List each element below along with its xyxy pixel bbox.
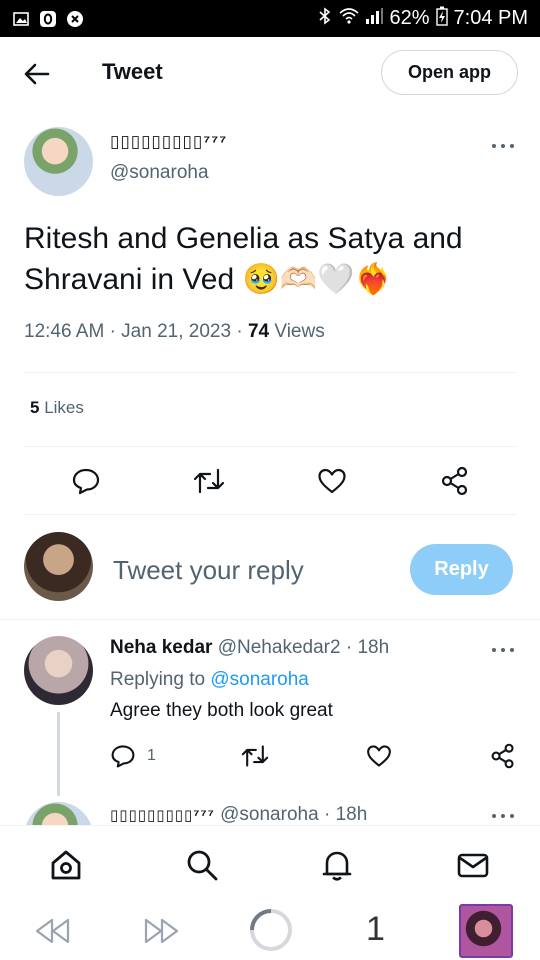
author-name[interactable]: ▯▯▯▯▯▯▯▯▯⁷⁷⁷ (110, 132, 227, 152)
next-reply-age: 18h (335, 804, 368, 825)
author-avatar[interactable] (24, 127, 93, 196)
reply-input[interactable] (113, 552, 393, 588)
reply-button[interactable]: Reply (410, 544, 513, 595)
reply-text: Agree they both look great (110, 700, 333, 721)
divider (24, 372, 517, 373)
reply-count: 1 (147, 747, 156, 764)
views-label: Views (274, 321, 325, 342)
back-arrow-icon[interactable] (22, 59, 52, 89)
views-count: 74 (247, 321, 270, 342)
loading-spinner-icon[interactable] (249, 908, 293, 952)
signal-icon (365, 7, 384, 31)
my-avatar (24, 532, 93, 601)
reply-author-avatar[interactable] (24, 636, 93, 705)
replying-to: Replying to @sonaroha (110, 669, 309, 691)
tweet-header: Tweet Open app (0, 37, 540, 111)
status-bar: 62% 7:04 PM (0, 0, 540, 37)
battery-icon (435, 6, 448, 32)
tweet-text: Ritesh and Genelia as Satya and Shravani… (24, 222, 463, 296)
clock: 7:04 PM (453, 7, 528, 29)
likes-stat[interactable]: 5 Likes (30, 398, 84, 418)
reply-author[interactable]: Neha kedar @Nehakedar2 · 18h (110, 637, 389, 659)
open-app-button[interactable]: Open app (381, 50, 518, 95)
divider (0, 619, 540, 620)
tab-count[interactable]: 1 (366, 910, 385, 949)
thread-line (57, 712, 60, 796)
author-handle[interactable]: @sonaroha (110, 162, 209, 184)
reply-share-icon[interactable] (490, 743, 516, 769)
shield-notification-icon (66, 10, 84, 28)
likes-label: Likes (44, 398, 84, 417)
bottom-nav (0, 825, 540, 902)
next-reply-author-name: ▯▯▯▯▯▯▯▯▯⁷⁷⁷ (110, 807, 215, 824)
browser-toolbar: 1 (0, 902, 540, 960)
like-heart-icon[interactable] (317, 466, 347, 496)
messages-envelope-icon[interactable] (456, 848, 490, 882)
reply-like-heart-icon[interactable] (366, 743, 392, 769)
page-title: Tweet (102, 59, 163, 84)
next-reply-handle: @sonaroha (220, 804, 319, 825)
reply-icon[interactable] (71, 466, 101, 496)
tweet-time[interactable]: 12:46 AM (24, 321, 104, 342)
tweet-meta: 12:46 AM · Jan 21, 2023 · 74 Views (24, 321, 325, 342)
replying-to-link[interactable]: @sonaroha (210, 669, 309, 690)
browser-forward-icon[interactable] (142, 914, 180, 948)
next-reply-more-options-icon[interactable] (490, 806, 516, 826)
retweet-icon[interactable] (193, 466, 225, 496)
likes-count: 5 (30, 398, 40, 417)
browser-back-icon[interactable] (34, 914, 72, 948)
battery-percent: 62% (389, 7, 430, 29)
reply-author-name: Neha kedar (110, 637, 213, 658)
tweet-date[interactable]: Jan 21, 2023 (121, 321, 231, 342)
next-reply-author[interactable]: ▯▯▯▯▯▯▯▯▯⁷⁷⁷ @sonaroha · 18h (110, 804, 367, 826)
divider (24, 514, 517, 515)
reply-retweet-icon[interactable] (241, 743, 269, 769)
notifications-bell-icon[interactable] (320, 848, 354, 882)
reply-reply-icon[interactable] (110, 743, 136, 769)
divider (24, 446, 517, 447)
search-icon[interactable] (185, 848, 219, 882)
reply-author-handle: @Nehakedar2 (217, 637, 341, 658)
home-icon[interactable] (49, 848, 83, 882)
share-icon[interactable] (440, 466, 470, 496)
replying-to-label: Replying to (110, 669, 206, 690)
reply-age: 18h (357, 637, 390, 658)
gallery-notification-icon (12, 10, 30, 28)
app-notification-icon (39, 10, 57, 28)
reply-more-options-icon[interactable] (490, 640, 516, 660)
more-options-icon[interactable] (490, 136, 516, 156)
profile-thumbnail[interactable] (459, 904, 513, 958)
bluetooth-icon (317, 6, 333, 31)
wifi-icon (339, 7, 360, 31)
